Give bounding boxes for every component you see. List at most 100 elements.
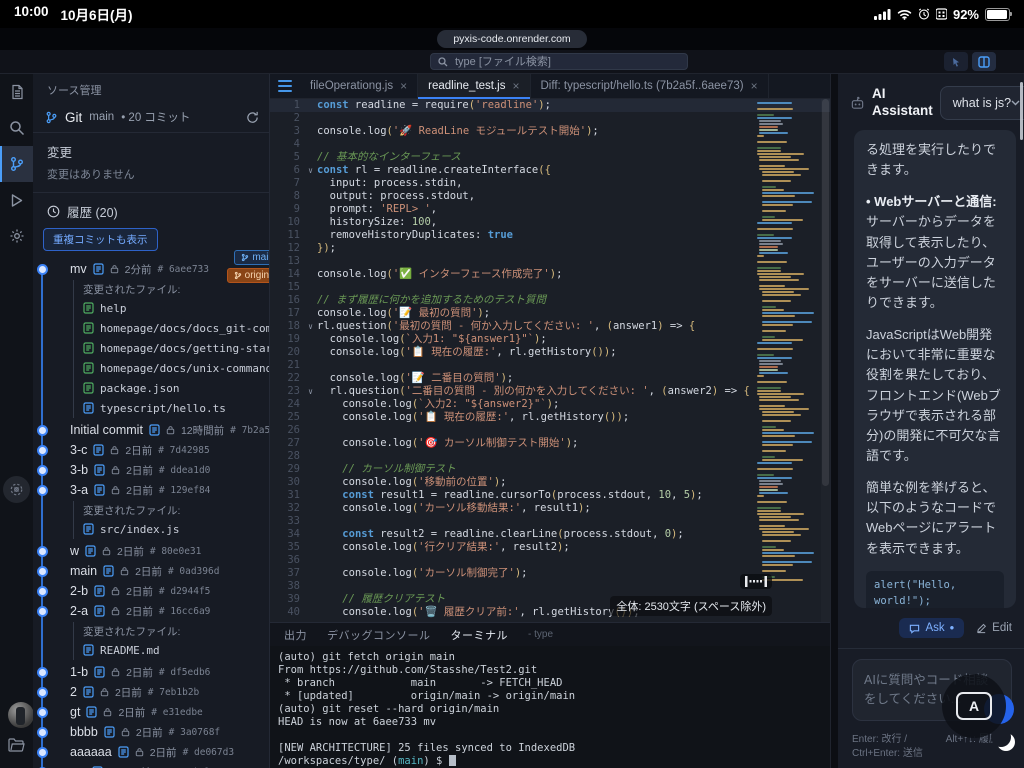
code-line[interactable]: 35 console.log('行クリア結果:', result2); xyxy=(270,541,830,554)
panel-tab[interactable]: 出力 xyxy=(284,627,307,643)
graph-dot xyxy=(37,687,48,698)
commit-row[interactable]: bbbb2日前# 3a0768f xyxy=(70,722,269,742)
run-icon[interactable] xyxy=(0,182,33,218)
editor-scrollbar[interactable] xyxy=(821,99,830,622)
close-icon[interactable]: × xyxy=(751,79,758,93)
split-view-button[interactable] xyxy=(972,52,996,71)
close-icon[interactable]: × xyxy=(400,79,407,93)
history-header[interactable]: 履歴 (20) xyxy=(33,193,269,228)
floating-keyboard-button[interactable]: A xyxy=(942,674,1006,738)
commit-row[interactable]: w2日前# 80e0e31 xyxy=(70,541,269,561)
code-line[interactable]: 26 xyxy=(270,424,830,437)
changed-file[interactable]: package.json xyxy=(83,378,269,398)
commit-row[interactable]: 1-b2日前# df5edb6 xyxy=(70,662,269,682)
commit-row[interactable]: 3-a2日前# 129ef84 xyxy=(70,480,269,500)
panel-tab[interactable]: ターミナル xyxy=(451,627,509,643)
code-line[interactable]: 18∨rl.question('最初の質問 - 何か入力してください: ', (… xyxy=(270,320,830,333)
commit-row[interactable]: aaaaaa2日前# de067d3 xyxy=(70,742,269,762)
code-line[interactable]: 15 xyxy=(270,281,830,294)
changed-file[interactable]: src/index.js xyxy=(83,519,269,539)
editor-tab[interactable]: fileOperationg.js× xyxy=(300,74,418,98)
code-line[interactable]: 36 xyxy=(270,554,830,567)
menu-icon[interactable] xyxy=(270,74,300,98)
code-line[interactable]: 29 // カーソル制御テスト xyxy=(270,463,830,476)
commit-row[interactable]: main2日前# 0ad396d xyxy=(70,561,269,581)
code-line[interactable]: 32 console.log('カーソル移動結果:', result1); xyxy=(270,502,830,515)
code-line[interactable]: 8 output: process.stdout, xyxy=(270,190,830,203)
refresh-icon[interactable] xyxy=(246,111,259,124)
editor-tab[interactable]: Diff: typescript/hello.ts (7b2a5f..6aee7… xyxy=(531,74,769,98)
source-control-icon[interactable] xyxy=(0,146,33,182)
code-line[interactable]: 23∨ rl.question('二番目の質問 - 別の何かを入力してください:… xyxy=(270,385,830,398)
git-repo-row[interactable]: Git main • 20 コミット xyxy=(33,104,269,133)
commit-row[interactable]: 3-c2日前# 7d42985 xyxy=(70,440,269,460)
code-line[interactable]: 5// 基本的なインターフェース xyxy=(270,151,830,164)
cursor-tool-button[interactable] xyxy=(944,52,968,71)
code-line[interactable]: 3console.log('🚀 ReadLine モジュールテスト開始'); xyxy=(270,125,830,138)
search-icon[interactable] xyxy=(0,110,33,146)
code-line[interactable]: 10 historySize: 100, xyxy=(270,216,830,229)
changed-file[interactable]: homepage/docs/unix-commands.md xyxy=(83,358,269,378)
code-line[interactable]: 24 console.log(`入力2: "${answer2}"`); xyxy=(270,398,830,411)
code-line[interactable]: 31 const result1 = readline.cursorTo(pro… xyxy=(270,489,830,502)
explorer-icon[interactable] xyxy=(0,74,33,110)
code-line[interactable]: 20 console.log('📋 現在の履歴:', rl.getHistory… xyxy=(270,346,830,359)
terminal[interactable]: (auto) git fetch origin mainFrom https:/… xyxy=(270,646,830,768)
code-line[interactable]: 33 xyxy=(270,515,830,528)
search-icon xyxy=(438,57,448,67)
editor-tab[interactable]: readline_test.js× xyxy=(418,74,530,98)
code-line[interactable]: 21 xyxy=(270,359,830,372)
terminal-line: HEAD is now at 6aee733 mv xyxy=(278,716,822,729)
operations-icon[interactable] xyxy=(3,476,30,503)
code-line[interactable]: 30 console.log('移動前の位置'); xyxy=(270,476,830,489)
code-line[interactable]: 34 const result2 = readline.clearLine(pr… xyxy=(270,528,830,541)
code-line[interactable]: 11 removeHistoryDuplicates: true xyxy=(270,229,830,242)
panel-resize-gutter[interactable] xyxy=(830,74,838,768)
changed-file[interactable]: typescript/hello.ts xyxy=(83,398,269,418)
code-line[interactable]: 7 input: process.stdin, xyxy=(270,177,830,190)
commit-row[interactable]: 2-b2日前# d2944f5 xyxy=(70,581,269,601)
close-icon[interactable]: × xyxy=(512,79,519,93)
minimap[interactable] xyxy=(757,102,819,582)
code-line[interactable]: 4 xyxy=(270,138,830,151)
commit-row[interactable]: 2-a2日前# 16cc6a9 xyxy=(70,601,269,621)
show-duplicates-button[interactable]: 重複コミットも表示 xyxy=(43,228,158,251)
file-search[interactable] xyxy=(430,53,688,70)
code-line[interactable]: 19 console.log(`入力1: "${answer1}"`); xyxy=(270,333,830,346)
changed-file[interactable]: homepage/docs/getting-started… xyxy=(83,338,269,358)
code-line[interactable]: 9 prompt: 'REPL> ', xyxy=(270,203,830,216)
code-line[interactable]: 1const readline = require('readline'); xyxy=(270,99,830,112)
changed-file[interactable]: README.md xyxy=(83,640,269,660)
code-line[interactable]: 12}); xyxy=(270,242,830,255)
avatar[interactable] xyxy=(8,702,34,728)
code-line[interactable]: 16// まず履歴に何かを追加するためのテスト質問 xyxy=(270,294,830,307)
branch-icon xyxy=(45,111,58,124)
code-line[interactable]: 13 xyxy=(270,255,830,268)
changed-file[interactable]: help xyxy=(83,298,269,318)
code-line[interactable]: 6∨const rl = readline.createInterface({ xyxy=(270,164,830,177)
code-editor[interactable]: 1const readline = require('readline');23… xyxy=(270,99,830,622)
code-line[interactable]: 22 console.log('📝 二番目の質問'); xyxy=(270,372,830,385)
ai-mode-selector[interactable]: what is js? xyxy=(940,86,1024,120)
commit-row[interactable]: Initial commit12時間前# 7b2a5f xyxy=(70,420,269,440)
file-search-input[interactable] xyxy=(453,55,680,69)
url-bar[interactable]: pyxis-code.onrender.com xyxy=(437,30,586,48)
commit-row[interactable]: mv2分前# 6aee733mainorigin/mai xyxy=(70,259,269,279)
edit-button[interactable]: Edit xyxy=(976,622,1012,634)
commit-row[interactable]: 22日前# 7eb1b2b xyxy=(70,682,269,702)
code-line[interactable]: 28 xyxy=(270,450,830,463)
ask-button[interactable]: Ask • xyxy=(899,618,964,638)
commit-row[interactable]: 3-b2日前# ddea1d0 xyxy=(70,460,269,480)
code-line[interactable]: 2 xyxy=(270,112,830,125)
settings-gear-icon[interactable] xyxy=(0,218,33,254)
code-line[interactable]: 14console.log('✅ インターフェース作成完了'); xyxy=(270,268,830,281)
ai-panel-scrollbar[interactable] xyxy=(1020,82,1023,140)
panel-tab[interactable]: デバッグコンソール xyxy=(327,627,431,643)
changed-file[interactable]: homepage/docs/docs_git-comman… xyxy=(83,318,269,338)
commit-row[interactable]: gt2日前# e31edbe xyxy=(70,702,269,722)
code-line[interactable]: 27 console.log('🎯 カーソル制御テスト開始'); xyxy=(270,437,830,450)
code-line[interactable]: 25 console.log('📋 現在の履歴:', rl.getHistory… xyxy=(270,411,830,424)
folder-icon[interactable] xyxy=(8,738,25,752)
code-line[interactable]: 17console.log('📝 最初の質問'); xyxy=(270,307,830,320)
commit-row[interactable]: gw2日前# ee91dcf xyxy=(70,762,269,768)
